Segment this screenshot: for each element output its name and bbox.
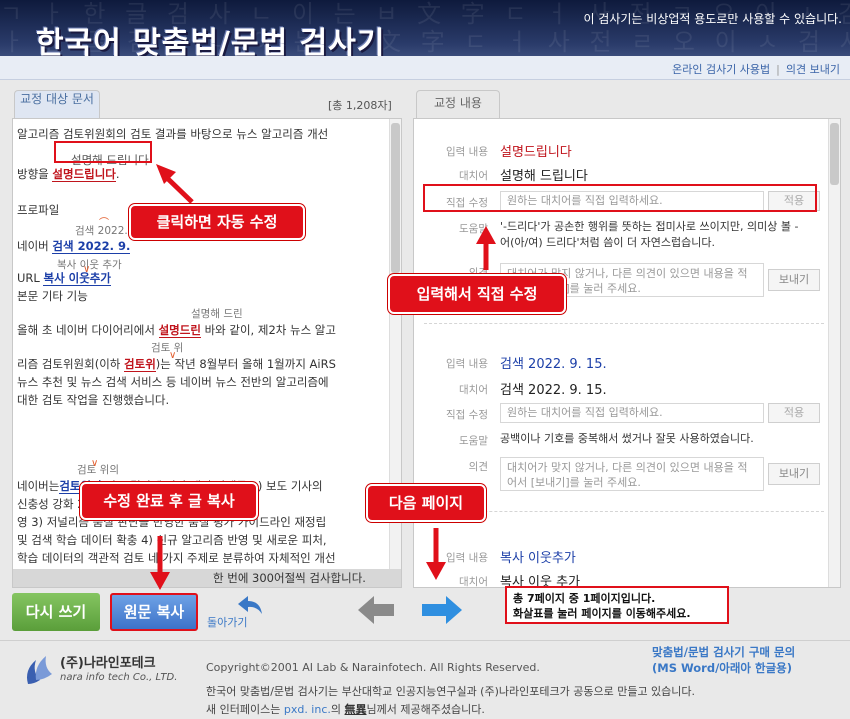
callout-arrow-icon: [150, 164, 496, 590]
callout-next-page: 다음 페이지: [366, 484, 486, 522]
callout-click-auto-fix: 클릭하면 자동 수정: [129, 204, 305, 240]
callout-direct-input: 입력해서 직접 수정: [388, 274, 566, 314]
callout-copy-after-edit: 수정 완료 후 글 복사: [80, 482, 258, 520]
